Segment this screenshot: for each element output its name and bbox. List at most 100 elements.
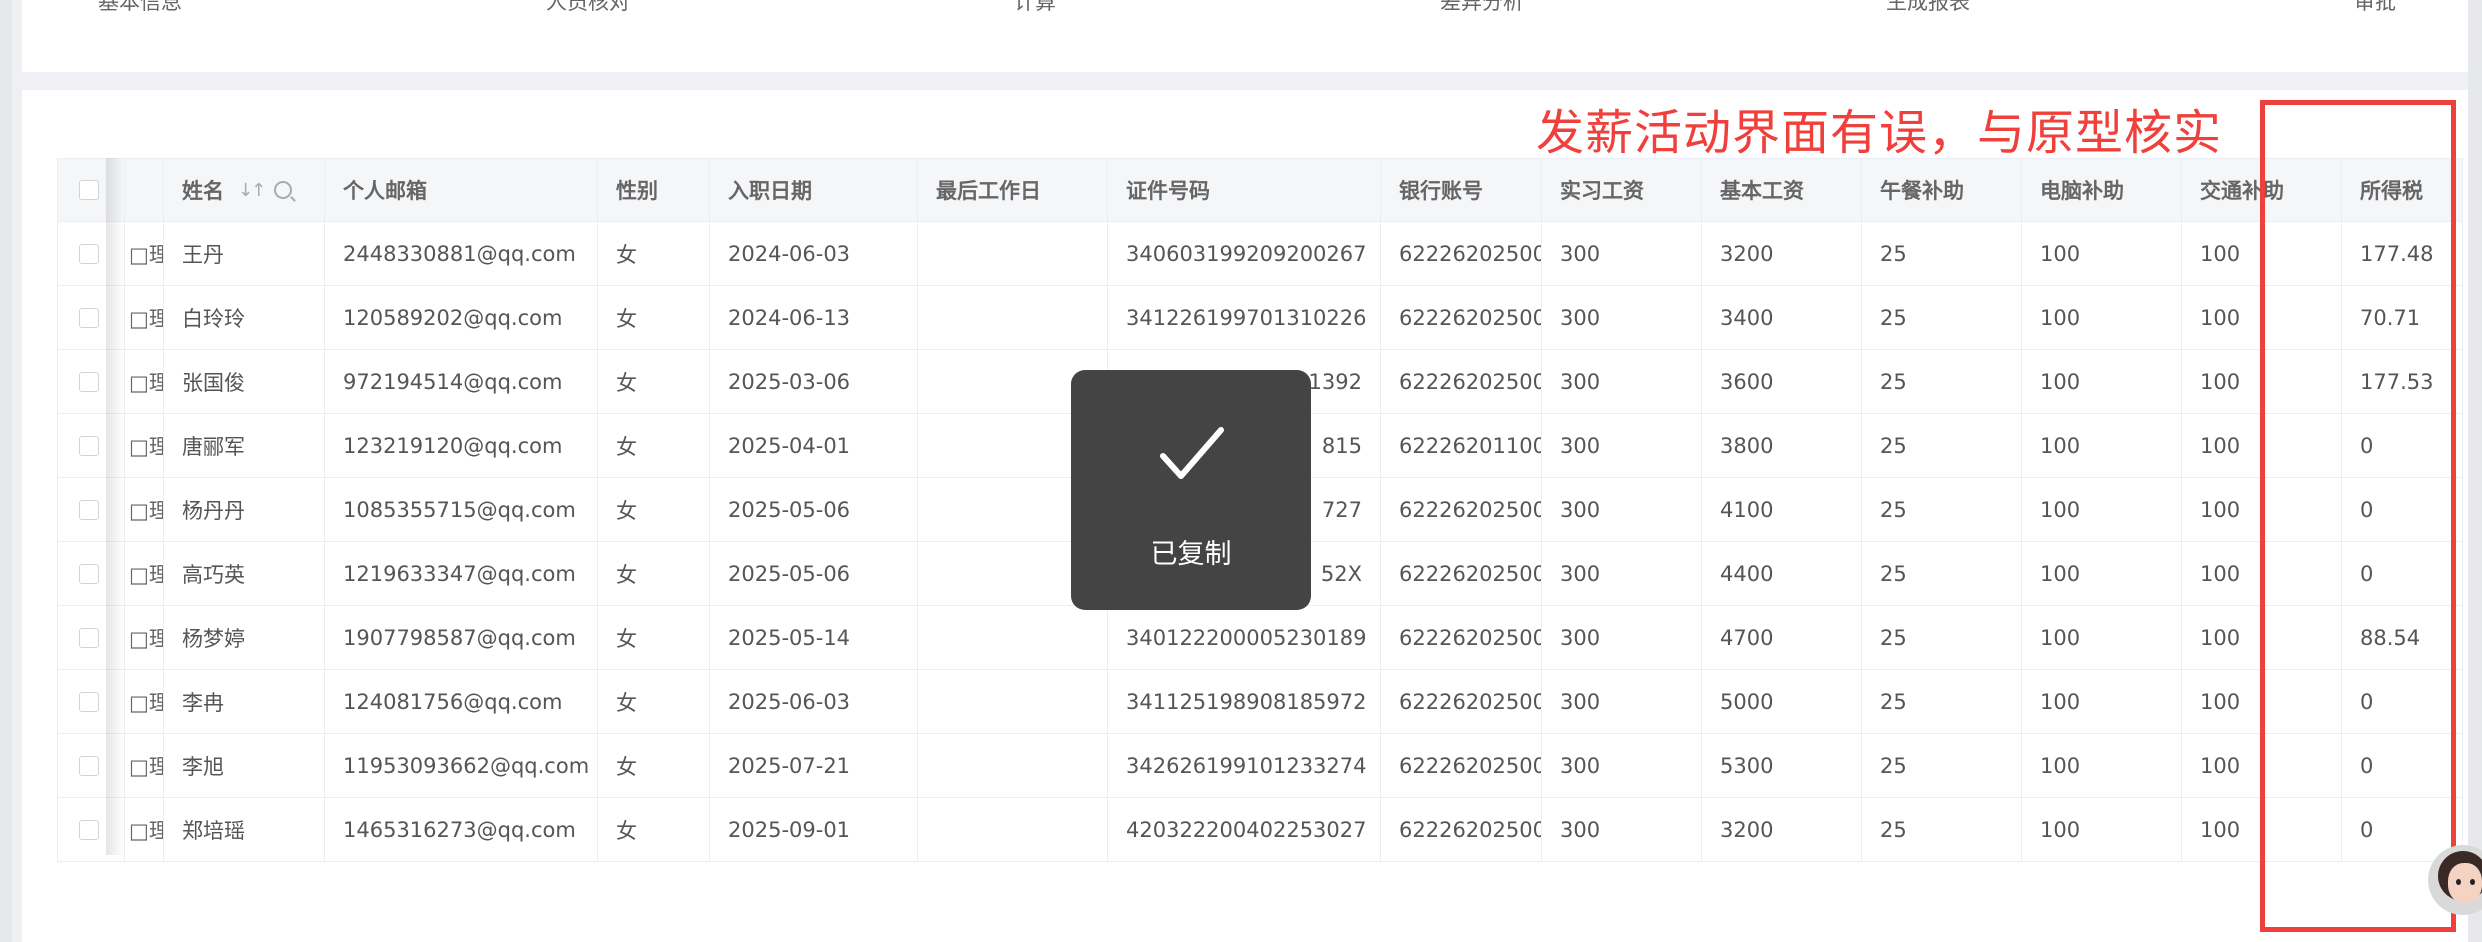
row-checkbox-cell — [58, 542, 125, 605]
bank-account-cell: 62226202500 — [1381, 222, 1542, 285]
step-diff-analysis[interactable]: 差异分析 — [1440, 0, 1524, 16]
dept-cell: □理部 — [125, 798, 164, 861]
copied-toast: 已复制 — [1071, 370, 1311, 610]
toast-text: 已复制 — [1150, 539, 1232, 570]
lunch-allowance-cell: 25 — [1862, 798, 2022, 861]
column-header-label: 实习工资 — [1560, 179, 1644, 203]
lunch-allowance-cell: 25 — [1862, 414, 2022, 477]
table-row[interactable]: □理部白玲玲120589202@qq.com女2024-06-13 3412261… — [58, 286, 2463, 350]
right-scrollbar[interactable] — [2468, 0, 2482, 942]
row-checkbox-cell — [58, 478, 125, 541]
review-annotation-text: 发薪活动界面有误，与原型核实 — [1536, 105, 2223, 161]
name-cell: 李冉 — [164, 670, 325, 733]
gender-cell: 女 — [598, 798, 710, 861]
gender-cell: 女 — [598, 606, 710, 669]
header-lunch-allowance: 午餐补助 — [1862, 159, 2022, 221]
id-number-cell: 340122200005230189 — [1108, 606, 1381, 669]
email-cell: 124081756@qq.com — [325, 670, 598, 733]
dept-cell: □理部 — [125, 478, 164, 541]
name-cell: 高巧英 — [164, 542, 325, 605]
lunch-allowance-cell: 25 — [1862, 734, 2022, 797]
row-checkbox-cell — [58, 606, 125, 669]
name-cell: 郑培瑶 — [164, 798, 325, 861]
computer-allowance-cell: 100 — [2022, 606, 2182, 669]
lunch-allowance-cell: 25 — [1862, 286, 2022, 349]
bank-account-cell: 62226202500 — [1381, 542, 1542, 605]
header-last-work-day: 最后工作日 — [918, 159, 1108, 221]
intern-salary-cell: 300 — [1542, 734, 1702, 797]
gender-cell: 女 — [598, 478, 710, 541]
hire-date-cell: 2025-07-21 — [710, 734, 918, 797]
id-number-cell: 420322200402253027 — [1108, 798, 1381, 861]
step-approval[interactable]: 审批 — [2354, 0, 2396, 16]
table-row[interactable]: □理部郑培瑶1465316273@qq.com女2025-09-01 420322… — [58, 798, 2463, 862]
row-checkbox[interactable] — [79, 499, 99, 520]
dept-cell: □理部 — [125, 670, 164, 733]
sort-icon[interactable]: ↓↑ — [238, 180, 266, 201]
computer-allowance-cell: 100 — [2022, 414, 2182, 477]
base-salary-cell: 3400 — [1702, 286, 1862, 349]
bank-account-cell: 62226202500 — [1381, 606, 1542, 669]
intern-salary-cell: 300 — [1542, 798, 1702, 861]
base-salary-cell: 3200 — [1702, 798, 1862, 861]
hire-date-cell: 2025-04-01 — [710, 414, 918, 477]
name-cell: 杨丹丹 — [164, 478, 325, 541]
dept-cell: □理部 — [125, 734, 164, 797]
gender-cell: 女 — [598, 414, 710, 477]
row-checkbox[interactable] — [79, 307, 99, 328]
name-cell: 李旭 — [164, 734, 325, 797]
last-work-day-cell — [918, 734, 1108, 797]
row-checkbox-cell — [58, 798, 125, 861]
header-base-salary: 基本工资 — [1702, 159, 1862, 221]
header-computer-allowance: 电脑补助 — [2022, 159, 2182, 221]
intern-salary-cell: 300 — [1542, 350, 1702, 413]
row-checkbox-cell — [58, 286, 125, 349]
page: 基本信息 人员核对 计算 差异分析 生成报表 审批 姓名 ↓↑ 个人邮箱 性别 入职日期… — [0, 0, 2482, 942]
row-checkbox[interactable] — [79, 755, 99, 776]
row-checkbox[interactable] — [79, 371, 99, 392]
column-header-label: 电脑补助 — [2040, 179, 2124, 203]
row-checkbox[interactable] — [79, 243, 99, 264]
row-checkbox[interactable] — [79, 819, 99, 840]
row-checkbox[interactable] — [79, 691, 99, 712]
row-checkbox[interactable] — [79, 627, 99, 648]
base-salary-cell: 3800 — [1702, 414, 1862, 477]
select-all-checkbox[interactable] — [79, 180, 99, 200]
base-salary-cell: 4100 — [1702, 478, 1862, 541]
row-checkbox[interactable] — [79, 563, 99, 584]
left-rail — [0, 0, 12, 942]
search-icon[interactable] — [274, 181, 293, 199]
header-id-number: 证件号码 — [1108, 159, 1381, 221]
email-cell: 1219633347@qq.com — [325, 542, 598, 605]
intern-salary-cell: 300 — [1542, 478, 1702, 541]
computer-allowance-cell: 100 — [2022, 350, 2182, 413]
hire-date-cell: 2025-09-01 — [710, 798, 918, 861]
step-staff-check[interactable]: 人员核对 — [546, 0, 630, 16]
computer-allowance-cell: 100 — [2022, 542, 2182, 605]
lunch-allowance-cell: 25 — [1862, 478, 2022, 541]
bank-account-cell: 62226202500 — [1381, 798, 1542, 861]
column-header-label: 姓名 — [182, 179, 224, 203]
email-cell: 1907798587@qq.com — [325, 606, 598, 669]
table-row[interactable]: □理部李冉124081756@qq.com女2025-06-03 34112519… — [58, 670, 2463, 734]
header-name: 姓名 ↓↑ — [164, 159, 325, 221]
intern-salary-cell: 300 — [1542, 414, 1702, 477]
step-basic-info[interactable]: 基本信息 — [98, 0, 182, 16]
last-work-day-cell — [918, 670, 1108, 733]
last-work-day-cell — [918, 606, 1108, 669]
table-row[interactable]: □理部杨梦婷1907798587@qq.com女2025-05-14 340122… — [58, 606, 2463, 670]
step-calculate[interactable]: 计算 — [1014, 0, 1056, 16]
row-checkbox[interactable] — [79, 435, 99, 456]
gender-cell: 女 — [598, 734, 710, 797]
table-row[interactable]: □理部李旭11953093662@qq.com女2025-07-21 342626… — [58, 734, 2463, 798]
hire-date-cell: 2024-06-13 — [710, 286, 918, 349]
base-salary-cell: 5000 — [1702, 670, 1862, 733]
computer-allowance-cell: 100 — [2022, 478, 2182, 541]
column-header-label: 午餐补助 — [1880, 179, 1964, 203]
table-row[interactable]: □理部王丹2448330881@qq.com女2024-06-03 3406031… — [58, 222, 2463, 286]
base-salary-cell: 5300 — [1702, 734, 1862, 797]
last-work-day-cell — [918, 222, 1108, 285]
name-cell: 王丹 — [164, 222, 325, 285]
step-report[interactable]: 生成报表 — [1886, 0, 1970, 16]
id-number-cell: 340603199209200267 — [1108, 222, 1381, 285]
